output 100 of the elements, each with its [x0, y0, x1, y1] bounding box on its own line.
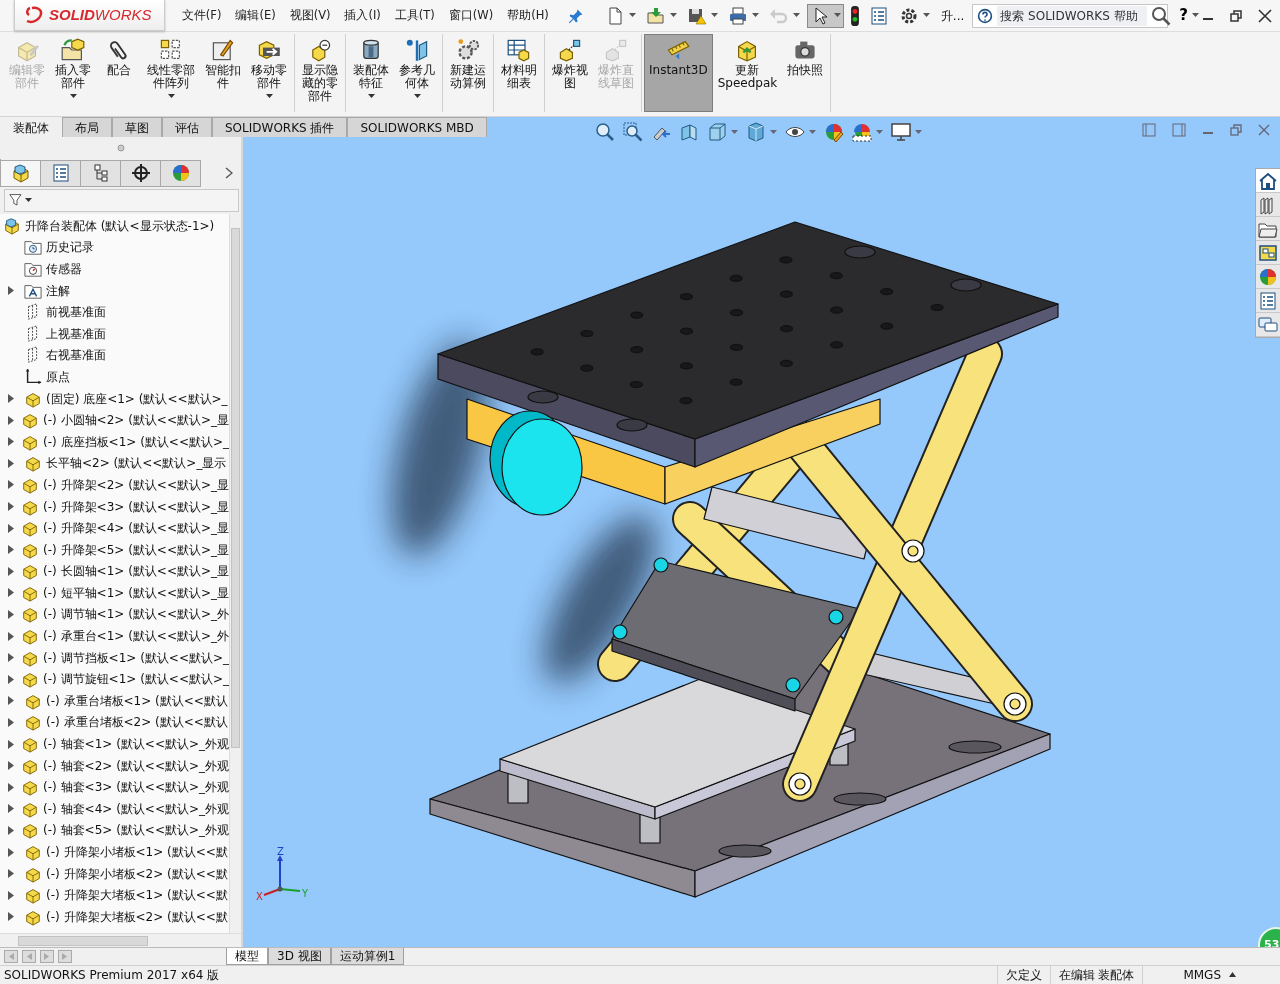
search-field[interactable]: 搜索 SOLIDWORKS 帮助 [972, 3, 1169, 28]
tree-item[interactable]: 原点 [42, 367, 70, 386]
section-view-icon[interactable] [679, 122, 699, 142]
scene-ball-icon[interactable] [852, 122, 872, 142]
expand-arrow-icon[interactable] [8, 804, 14, 814]
expand-arrow-icon[interactable] [8, 761, 14, 771]
tree-item[interactable]: (-) 升降架<5> (默认<<默认>_显 [39, 540, 229, 559]
expand-arrow-icon[interactable] [8, 588, 14, 598]
menu-item[interactable]: 文件(F) [174, 6, 229, 25]
monitor-icon[interactable] [891, 122, 911, 142]
view-cube-icon[interactable] [707, 122, 727, 142]
home-icon[interactable] [1258, 170, 1278, 191]
menu-item[interactable]: 编辑(E) [228, 6, 283, 25]
tree-item[interactable]: 上视基准面 [42, 324, 106, 343]
filter-icon[interactable] [9, 192, 25, 209]
command-tab[interactable]: 草图 [112, 117, 162, 137]
menu-item[interactable]: 窗口(W) [441, 6, 501, 25]
toolbar-overflow[interactable]: 升... [940, 6, 965, 25]
filter-field[interactable] [4, 189, 239, 212]
palette-icon[interactable] [1258, 242, 1278, 263]
expand-arrow-icon[interactable] [8, 674, 14, 684]
tree-item[interactable]: 升降台装配体 (默认<显示状态-1>) [21, 216, 215, 235]
command-button[interactable]: 爆炸视图 [547, 34, 593, 112]
tree-item[interactable]: (-) 升降架小堵板<2> (默认<<默 [42, 864, 228, 883]
appearance-pencil-icon[interactable] [824, 122, 844, 142]
tree-item[interactable]: (-) 调节挡板<1> (默认<<默认>_ [39, 648, 229, 667]
tree-item[interactable]: (-) 轴套<3> (默认<<默认>_外观 [39, 778, 229, 797]
view-tab[interactable]: 运动算例1 [330, 948, 405, 965]
color-ball-icon[interactable] [1258, 266, 1278, 287]
expand-arrow-icon[interactable] [8, 502, 14, 511]
expand-arrow-icon[interactable] [8, 696, 14, 706]
expand-arrow-icon[interactable] [8, 825, 14, 835]
expand-arrow-icon[interactable] [8, 415, 14, 425]
panel-tab[interactable] [121, 159, 161, 187]
command-button[interactable]: 参考几何体 [394, 34, 440, 112]
tree-item[interactable]: (-) 升降架<4> (默认<<默认>_显 [39, 519, 229, 538]
chat-bubbles-icon[interactable] [1258, 314, 1278, 335]
command-tab[interactable]: 布局 [62, 117, 112, 137]
expand-arrow-icon[interactable] [8, 523, 14, 533]
menu-item[interactable]: 视图(V) [282, 6, 338, 25]
tree-item[interactable]: (-) 承重台<1> (默认<<默认>_外 [39, 627, 229, 646]
tree-item[interactable]: (-) 轴套<1> (默认<<默认>_外观 [39, 735, 229, 754]
expand-arrow-icon[interactable] [8, 545, 14, 555]
expand-arrow-icon[interactable] [8, 653, 14, 663]
tree-item[interactable]: (-) 轴套<5> (默认<<默认>_外观 [39, 821, 229, 840]
tile-right-icon[interactable] [1172, 123, 1186, 137]
restore-icon[interactable] [1230, 9, 1242, 22]
expand-arrow-icon[interactable] [8, 890, 14, 900]
expand-arrow-icon[interactable] [8, 437, 14, 447]
zoom-area-icon[interactable] [623, 122, 643, 142]
expand-arrow-icon[interactable] [8, 566, 14, 576]
command-button[interactable]: 智能扣件 [200, 34, 246, 112]
command-button[interactable]: 新建运动算例 [445, 34, 491, 112]
list-icon[interactable] [1258, 290, 1278, 311]
command-tab[interactable]: SOLIDWORKS 插件 [212, 117, 348, 137]
command-button[interactable]: 显示隐藏的零部件 [297, 34, 343, 112]
expand-arrow-icon[interactable] [8, 458, 14, 468]
tree-item[interactable]: 右视基准面 [42, 346, 106, 365]
expand-arrow-icon[interactable] [8, 610, 14, 619]
command-tab[interactable]: 评估 [162, 117, 212, 137]
close-icon[interactable] [1258, 8, 1272, 23]
command-button[interactable]: 更新 Speedpak [712, 34, 783, 112]
command-button[interactable]: 装配体特征 [348, 34, 394, 112]
command-button[interactable]: 插入零部件 [50, 34, 96, 112]
tree-item[interactable]: (-) 短平轴<1> (默认<<默认>_显 [39, 583, 229, 602]
command-button[interactable]: Instant3D [644, 34, 713, 112]
search-icon[interactable] [1151, 5, 1172, 26]
tree-item[interactable]: (-) 轴套<4> (默认<<默认>_外观 [39, 799, 229, 818]
chevron-right-icon[interactable] [225, 167, 233, 179]
tree-item[interactable]: (-) 底座挡板<1> (默认<<默认>_ [39, 432, 229, 451]
horizontal-scrollbar[interactable] [0, 933, 241, 947]
expand-arrow-icon[interactable] [8, 631, 14, 641]
expand-arrow-icon[interactable] [8, 286, 14, 296]
tree-item[interactable]: 前视基准面 [42, 303, 106, 322]
tree-item[interactable]: 传感器 [42, 260, 82, 278]
tree-item[interactable]: (-) 升降架小堵板<1> (默认<<默 [42, 843, 228, 861]
help-button[interactable]: ? [1176, 3, 1202, 28]
command-button[interactable]: 线性零部件阵列 [142, 34, 200, 112]
tree-item[interactable]: (-) 升降架大堵板<2> (默认<<默 [42, 907, 228, 926]
tree-item[interactable]: (-) 长圆轴<1> (默认<<默认>_显 [39, 562, 229, 581]
shaded-cube-icon[interactable] [746, 122, 766, 142]
tree-item[interactable]: (-) 升降架<3> (默认<<默认>_显 [39, 497, 229, 516]
splitter-handle-icon[interactable] [116, 144, 125, 152]
tree-item[interactable]: 注解 [42, 281, 70, 300]
expand-arrow-icon[interactable] [8, 717, 14, 727]
tree-item[interactable]: (-) 小圆轴<2> (默认<<默认>_显 [39, 411, 229, 430]
pin-icon[interactable] [567, 7, 584, 24]
tree-item[interactable]: (-) 升降架<2> (默认<<默认>_显 [39, 475, 229, 494]
expand-arrow-icon[interactable] [8, 480, 14, 490]
caret-up-icon[interactable] [1229, 972, 1236, 977]
vertical-scrollbar[interactable] [229, 214, 241, 933]
tree-item[interactable]: (-) 调节旋钮<1> (默认<<默认>_ [39, 670, 229, 689]
command-button[interactable]: 材料明细表 [496, 34, 542, 112]
expand-arrow-icon[interactable] [8, 847, 14, 857]
expand-arrow-icon[interactable] [8, 869, 14, 879]
command-button[interactable]: 配合 [96, 34, 142, 112]
tree-item[interactable]: (-) 承重台堵板<1> (默认<<默认 [42, 691, 228, 710]
expand-arrow-icon[interactable] [8, 739, 14, 749]
tree-item[interactable]: (-) 轴套<2> (默认<<默认>_外观 [39, 756, 229, 775]
tree-item[interactable]: (固定) 底座<1> (默认<<默认>_ [42, 389, 228, 408]
